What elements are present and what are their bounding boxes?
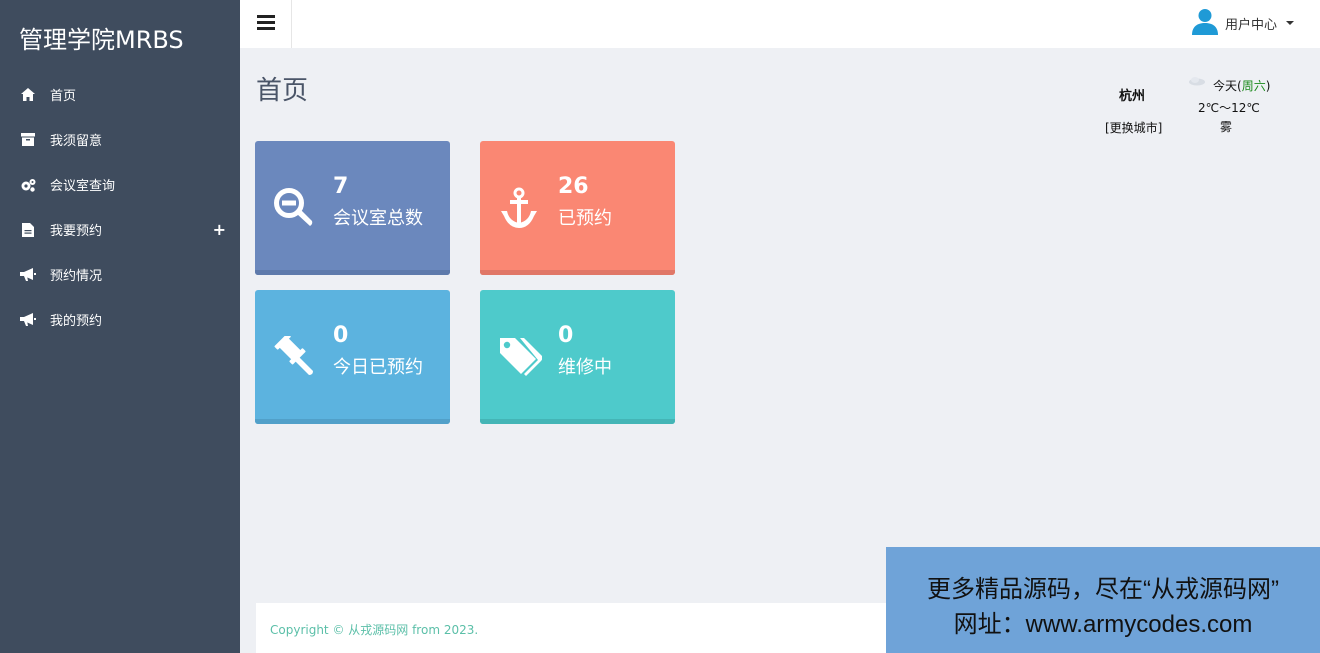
stat-card-reserved[interactable]: 26 已预约: [480, 141, 675, 275]
sidebar-item-label: 我的预约: [50, 314, 103, 329]
sidebar-item-reservation-status[interactable]: 预约情况: [0, 252, 240, 297]
change-city-link[interactable]: [更换城市]: [1105, 119, 1162, 136]
top-navbar: 用户中心: [240, 0, 1320, 48]
sidebar-item-notice[interactable]: 我须留意: [0, 117, 240, 162]
anchor-icon: [498, 187, 540, 229]
sidebar-toggle-button[interactable]: [240, 0, 292, 48]
stat-card-maintenance[interactable]: 0 维修中: [480, 290, 675, 424]
copyright-text: Copyright © 从戎源码网 from 2023.: [270, 623, 479, 637]
weather-today-suffix: ): [1265, 79, 1271, 93]
archive-icon: [20, 132, 36, 148]
sidebar: 管理学院MRBS 首页 我须留意 会议室查询 我要预约 + 预约情况 我的预约: [0, 0, 240, 653]
stat-caption: 会议室总数: [333, 208, 423, 229]
home-icon: [20, 87, 36, 103]
card-bottom-bar: [480, 419, 675, 424]
stat-value: 26: [558, 174, 589, 199]
stat-card-today-reserved[interactable]: 0 今日已预约: [255, 290, 450, 424]
sidebar-item-room-query[interactable]: 会议室查询: [0, 162, 240, 207]
stat-caption: 今日已预约: [333, 357, 423, 378]
stat-caption: 维修中: [558, 357, 612, 378]
card-bottom-bar: [480, 270, 675, 275]
sidebar-item-home[interactable]: 首页: [0, 72, 240, 117]
weather-today-prefix: 今天(: [1213, 79, 1242, 93]
tags-icon: [498, 336, 543, 378]
sidebar-item-label: 预约情况: [50, 269, 103, 284]
chevron-down-icon: [1286, 21, 1294, 25]
card-bottom-bar: [255, 270, 450, 275]
bullhorn-icon: [20, 312, 36, 328]
weather-condition: 雾: [1220, 120, 1233, 134]
stat-value: 7: [333, 174, 349, 199]
promo-banner: 更多精品源码，尽在“从戎源码网” 网址：www.armycodes.com: [886, 547, 1320, 653]
stat-value: 0: [558, 323, 574, 348]
weather-temperature: 2℃～12℃: [1198, 101, 1260, 115]
sidebar-item-label: 我须留意: [50, 134, 103, 149]
sidebar-item-my-reservations[interactable]: 我的预约: [0, 297, 240, 342]
weather-today: 今天(周六): [1213, 77, 1270, 94]
sidebar-menu: 首页 我须留意 会议室查询 我要预约 + 预约情况 我的预约: [0, 72, 240, 342]
promo-line-1: 更多精品源码，尽在“从戎源码网”: [927, 576, 1279, 603]
sidebar-item-reserve[interactable]: 我要预约 +: [0, 207, 240, 252]
expand-plus-icon[interactable]: +: [213, 220, 226, 239]
stat-value: 0: [333, 323, 349, 348]
fog-icon: [1188, 75, 1206, 86]
user-center-label: 用户中心: [1224, 17, 1277, 33]
cogs-icon: [20, 177, 36, 193]
stat-card-room-total[interactable]: 7 会议室总数: [255, 141, 450, 275]
sidebar-item-label: 会议室查询: [50, 179, 116, 194]
bullhorn-icon: [20, 267, 36, 283]
sidebar-item-label: 首页: [50, 89, 77, 104]
stat-caption: 已预约: [558, 208, 612, 229]
search-minus-icon: [273, 187, 315, 229]
sidebar-item-label: 我要预约: [50, 224, 103, 239]
weather-widget: 杭州 [更换城市] 今天(周六) 2℃～12℃ 雾: [1090, 72, 1290, 142]
card-bottom-bar: [255, 419, 450, 424]
file-icon: [20, 222, 36, 238]
user-icon: [1191, 7, 1219, 39]
bars-icon: [256, 14, 275, 34]
user-center-dropdown[interactable]: 用户中心: [1191, 8, 1294, 38]
page-title: 首页: [256, 76, 309, 106]
promo-line-2: 网址：www.armycodes.com: [953, 611, 1253, 638]
weather-weekday: 周六: [1241, 79, 1266, 93]
gavel-icon: [273, 333, 315, 378]
weather-city: 杭州: [1119, 89, 1146, 104]
brand-title[interactable]: 管理学院MRBS: [0, 0, 240, 75]
